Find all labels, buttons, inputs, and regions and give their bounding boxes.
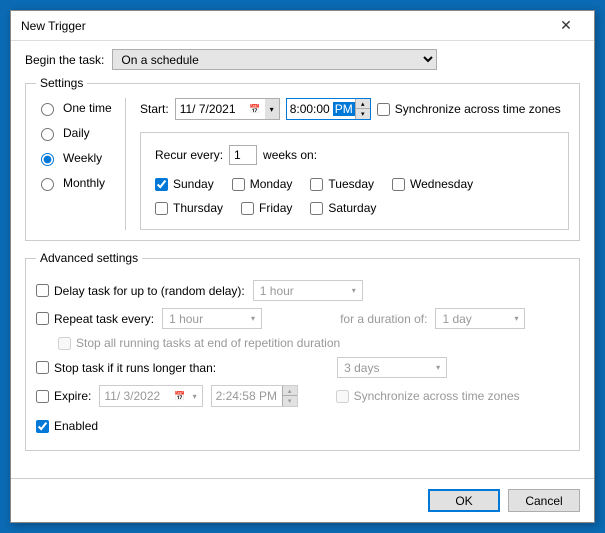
begin-task-select[interactable]: On a schedule <box>112 49 437 70</box>
spin-up-icon[interactable]: ▴ <box>356 99 370 109</box>
duration-label: for a duration of: <box>340 312 427 326</box>
start-date-input[interactable] <box>176 102 246 116</box>
time-spinner: ▴ ▾ <box>282 386 297 406</box>
expire-time-picker: 2:24:58 PM ▴ ▾ <box>211 385 298 407</box>
day-monday[interactable]: Monday <box>232 177 293 191</box>
calendar-icon[interactable]: 📅 <box>246 100 264 118</box>
day-saturday[interactable]: Saturday <box>310 201 376 215</box>
delay-check[interactable]: Delay task for up to (random delay): <box>36 284 245 298</box>
close-button[interactable]: ✕ <box>546 14 586 38</box>
dialog-window: New Trigger ✕ Begin the task: On a sched… <box>10 10 595 523</box>
ok-button[interactable]: OK <box>428 489 500 512</box>
dialog-footer: OK Cancel <box>11 478 594 522</box>
stop-longer-combo: 3 days ▾ <box>337 357 447 378</box>
titlebar: New Trigger ✕ <box>11 11 594 41</box>
radio-onetime[interactable]: One time <box>36 100 119 116</box>
day-tuesday[interactable]: Tuesday <box>310 177 374 191</box>
window-title: New Trigger <box>21 19 546 33</box>
spin-down-icon: ▾ <box>283 396 297 406</box>
recur-label: Recur every: <box>155 148 223 162</box>
chevron-down-icon: ▾ <box>430 358 446 377</box>
day-thursday[interactable]: Thursday <box>155 201 223 215</box>
close-icon: ✕ <box>560 17 572 34</box>
settings-fieldset: Settings One time Daily Weekly <box>25 76 580 241</box>
start-time-picker[interactable]: 8:00:00 PM ▴ ▾ <box>286 98 371 120</box>
chevron-down-icon: ▾ <box>245 309 261 328</box>
expire-date-picker: 11/ 3/2022 📅 ▾ <box>99 385 202 407</box>
delay-combo: 1 hour ▾ <box>253 280 363 301</box>
expire-check[interactable]: Expire: <box>36 389 91 403</box>
radio-daily[interactable]: Daily <box>36 125 119 141</box>
start-time-ampm[interactable]: PM <box>333 102 355 116</box>
chevron-down-icon: ▾ <box>188 392 202 401</box>
weeks-on-label: weeks on: <box>263 148 317 162</box>
weekly-options: Recur every: weeks on: Sunday Monday Tue… <box>140 132 569 230</box>
day-wednesday[interactable]: Wednesday <box>392 177 473 191</box>
expire-sync-check: Synchronize across time zones <box>336 389 520 403</box>
repeat-combo: 1 hour ▾ <box>162 308 262 329</box>
spin-up-icon: ▴ <box>283 386 297 396</box>
chevron-down-icon: ▾ <box>346 281 362 300</box>
begin-task-label: Begin the task: <box>25 53 104 67</box>
stop-running-check: Stop all running tasks at end of repetit… <box>58 336 340 350</box>
advanced-legend: Advanced settings <box>36 251 142 265</box>
time-spinner: ▴ ▾ <box>355 99 370 119</box>
frequency-radios: One time Daily Weekly Monthly <box>36 98 126 230</box>
sync-timezone-check[interactable]: Synchronize across time zones <box>377 102 561 116</box>
start-time-value[interactable]: 8:00:00 <box>287 102 333 116</box>
start-label: Start: <box>140 102 169 116</box>
day-sunday[interactable]: Sunday <box>155 177 214 191</box>
spin-down-icon[interactable]: ▾ <box>356 109 370 119</box>
recur-input[interactable] <box>229 145 257 165</box>
enabled-check[interactable]: Enabled <box>36 419 98 433</box>
day-friday[interactable]: Friday <box>241 201 292 215</box>
advanced-fieldset: Advanced settings Delay task for up to (… <box>25 251 580 451</box>
cancel-button[interactable]: Cancel <box>508 489 580 512</box>
duration-combo: 1 day ▾ <box>435 308 525 329</box>
repeat-check[interactable]: Repeat task every: <box>36 312 154 326</box>
radio-weekly[interactable]: Weekly <box>36 150 119 166</box>
radio-monthly[interactable]: Monthly <box>36 175 119 191</box>
chevron-down-icon: ▾ <box>508 309 524 328</box>
chevron-down-icon[interactable]: ▾ <box>265 99 279 119</box>
calendar-icon: 📅 <box>172 391 187 402</box>
stop-longer-check[interactable]: Stop task if it runs longer than: <box>36 361 216 375</box>
settings-legend: Settings <box>36 76 87 90</box>
start-date-picker[interactable]: 📅 ▾ <box>175 98 280 120</box>
